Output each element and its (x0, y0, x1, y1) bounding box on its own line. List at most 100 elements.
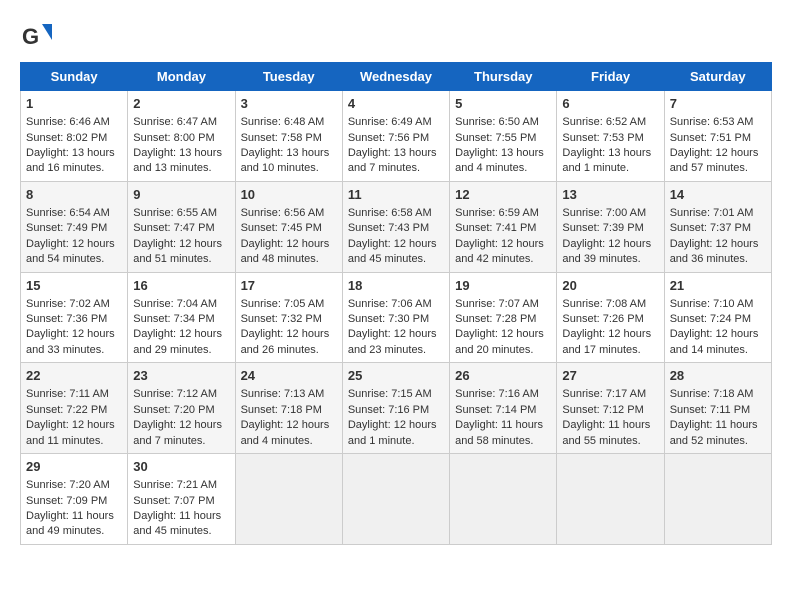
day-detail: Daylight: 12 hours (26, 327, 122, 342)
day-detail: Daylight: 13 hours (133, 146, 229, 161)
day-detail: Sunrise: 7:01 AM (670, 206, 766, 221)
day-detail: Sunrise: 6:46 AM (26, 115, 122, 130)
day-detail: and 58 minutes. (455, 434, 551, 449)
day-detail: Daylight: 13 hours (562, 146, 658, 161)
day-number: 6 (562, 95, 658, 113)
week-row-3: 15Sunrise: 7:02 AMSunset: 7:36 PMDayligh… (21, 272, 772, 363)
day-number: 19 (455, 277, 551, 295)
day-detail: and 14 minutes. (670, 343, 766, 358)
week-row-4: 22Sunrise: 7:11 AMSunset: 7:22 PMDayligh… (21, 363, 772, 454)
day-detail: Daylight: 12 hours (562, 237, 658, 252)
day-detail: Daylight: 12 hours (26, 418, 122, 433)
day-detail: Sunrise: 6:48 AM (241, 115, 337, 130)
calendar-cell: 16Sunrise: 7:04 AMSunset: 7:34 PMDayligh… (128, 272, 235, 363)
day-number: 18 (348, 277, 444, 295)
calendar-cell: 13Sunrise: 7:00 AMSunset: 7:39 PMDayligh… (557, 181, 664, 272)
day-detail: and 51 minutes. (133, 252, 229, 267)
day-detail: Sunset: 7:32 PM (241, 312, 337, 327)
day-detail: and 39 minutes. (562, 252, 658, 267)
day-detail: Sunset: 7:24 PM (670, 312, 766, 327)
day-detail: Sunrise: 7:10 AM (670, 297, 766, 312)
day-detail: Daylight: 13 hours (348, 146, 444, 161)
day-detail: Sunset: 7:22 PM (26, 403, 122, 418)
calendar-cell: 12Sunrise: 6:59 AMSunset: 7:41 PMDayligh… (450, 181, 557, 272)
day-number: 9 (133, 186, 229, 204)
day-number: 21 (670, 277, 766, 295)
calendar-cell: 14Sunrise: 7:01 AMSunset: 7:37 PMDayligh… (664, 181, 771, 272)
day-number: 15 (26, 277, 122, 295)
day-detail: Daylight: 12 hours (133, 327, 229, 342)
day-detail: Sunrise: 6:55 AM (133, 206, 229, 221)
calendar-cell: 18Sunrise: 7:06 AMSunset: 7:30 PMDayligh… (342, 272, 449, 363)
day-detail: Sunrise: 7:12 AM (133, 387, 229, 402)
day-detail: Sunset: 7:34 PM (133, 312, 229, 327)
day-number: 2 (133, 95, 229, 113)
day-detail: Daylight: 13 hours (241, 146, 337, 161)
day-detail: Sunset: 7:55 PM (455, 131, 551, 146)
day-detail: Sunrise: 6:47 AM (133, 115, 229, 130)
day-detail: and 4 minutes. (241, 434, 337, 449)
day-detail: and 7 minutes. (133, 434, 229, 449)
day-header-thursday: Thursday (450, 63, 557, 91)
day-detail: Daylight: 13 hours (455, 146, 551, 161)
day-detail: Daylight: 12 hours (562, 327, 658, 342)
day-detail: Daylight: 12 hours (348, 237, 444, 252)
day-detail: Daylight: 12 hours (670, 327, 766, 342)
day-detail: Daylight: 11 hours (133, 509, 229, 524)
calendar-cell: 25Sunrise: 7:15 AMSunset: 7:16 PMDayligh… (342, 363, 449, 454)
day-detail: Daylight: 11 hours (455, 418, 551, 433)
day-number: 11 (348, 186, 444, 204)
logo-line: G (20, 20, 52, 52)
calendar-cell: 23Sunrise: 7:12 AMSunset: 7:20 PMDayligh… (128, 363, 235, 454)
day-number: 23 (133, 367, 229, 385)
day-detail: Daylight: 12 hours (455, 237, 551, 252)
day-detail: Sunset: 7:09 PM (26, 494, 122, 509)
day-number: 4 (348, 95, 444, 113)
calendar-cell: 15Sunrise: 7:02 AMSunset: 7:36 PMDayligh… (21, 272, 128, 363)
day-detail: Daylight: 11 hours (562, 418, 658, 433)
day-detail: Sunrise: 6:59 AM (455, 206, 551, 221)
day-header-sunday: Sunday (21, 63, 128, 91)
day-detail: Sunset: 8:02 PM (26, 131, 122, 146)
calendar-cell (235, 454, 342, 545)
logo-icon: G (20, 20, 52, 52)
day-detail: Sunrise: 6:52 AM (562, 115, 658, 130)
day-detail: Sunset: 7:58 PM (241, 131, 337, 146)
calendar-cell: 1Sunrise: 6:46 AMSunset: 8:02 PMDaylight… (21, 91, 128, 182)
calendar-cell: 28Sunrise: 7:18 AMSunset: 7:11 PMDayligh… (664, 363, 771, 454)
day-detail: Sunrise: 7:02 AM (26, 297, 122, 312)
calendar-cell (557, 454, 664, 545)
day-number: 20 (562, 277, 658, 295)
day-detail: Daylight: 12 hours (348, 327, 444, 342)
day-number: 16 (133, 277, 229, 295)
day-detail: Sunrise: 7:15 AM (348, 387, 444, 402)
day-number: 22 (26, 367, 122, 385)
day-number: 10 (241, 186, 337, 204)
day-detail: Sunset: 7:45 PM (241, 221, 337, 236)
day-detail: and 42 minutes. (455, 252, 551, 267)
day-detail: Daylight: 12 hours (348, 418, 444, 433)
day-detail: Daylight: 13 hours (26, 146, 122, 161)
day-detail: Sunset: 7:18 PM (241, 403, 337, 418)
day-detail: Sunset: 7:37 PM (670, 221, 766, 236)
day-detail: Daylight: 12 hours (670, 146, 766, 161)
day-detail: Sunrise: 7:16 AM (455, 387, 551, 402)
day-detail: Daylight: 12 hours (241, 237, 337, 252)
calendar-cell: 3 Sunrise: 6:48 AMSunset: 7:58 PMDaylight… (235, 91, 342, 182)
day-detail: Sunrise: 7:18 AM (670, 387, 766, 402)
calendar-cell: 9Sunrise: 6:55 AMSunset: 7:47 PMDaylight… (128, 181, 235, 272)
day-detail: and 29 minutes. (133, 343, 229, 358)
day-number: 7 (670, 95, 766, 113)
logo: G (20, 20, 52, 52)
day-number: 14 (670, 186, 766, 204)
day-detail: and 49 minutes. (26, 524, 122, 539)
day-detail: Sunrise: 6:49 AM (348, 115, 444, 130)
day-number: 3 (241, 95, 337, 113)
calendar-cell: 20Sunrise: 7:08 AMSunset: 7:26 PMDayligh… (557, 272, 664, 363)
day-detail: and 57 minutes. (670, 161, 766, 176)
day-detail: and 45 minutes. (133, 524, 229, 539)
day-detail: Sunrise: 7:11 AM (26, 387, 122, 402)
day-detail: and 7 minutes. (348, 161, 444, 176)
calendar-cell (450, 454, 557, 545)
week-row-2: 8Sunrise: 6:54 AMSunset: 7:49 PMDaylight… (21, 181, 772, 272)
